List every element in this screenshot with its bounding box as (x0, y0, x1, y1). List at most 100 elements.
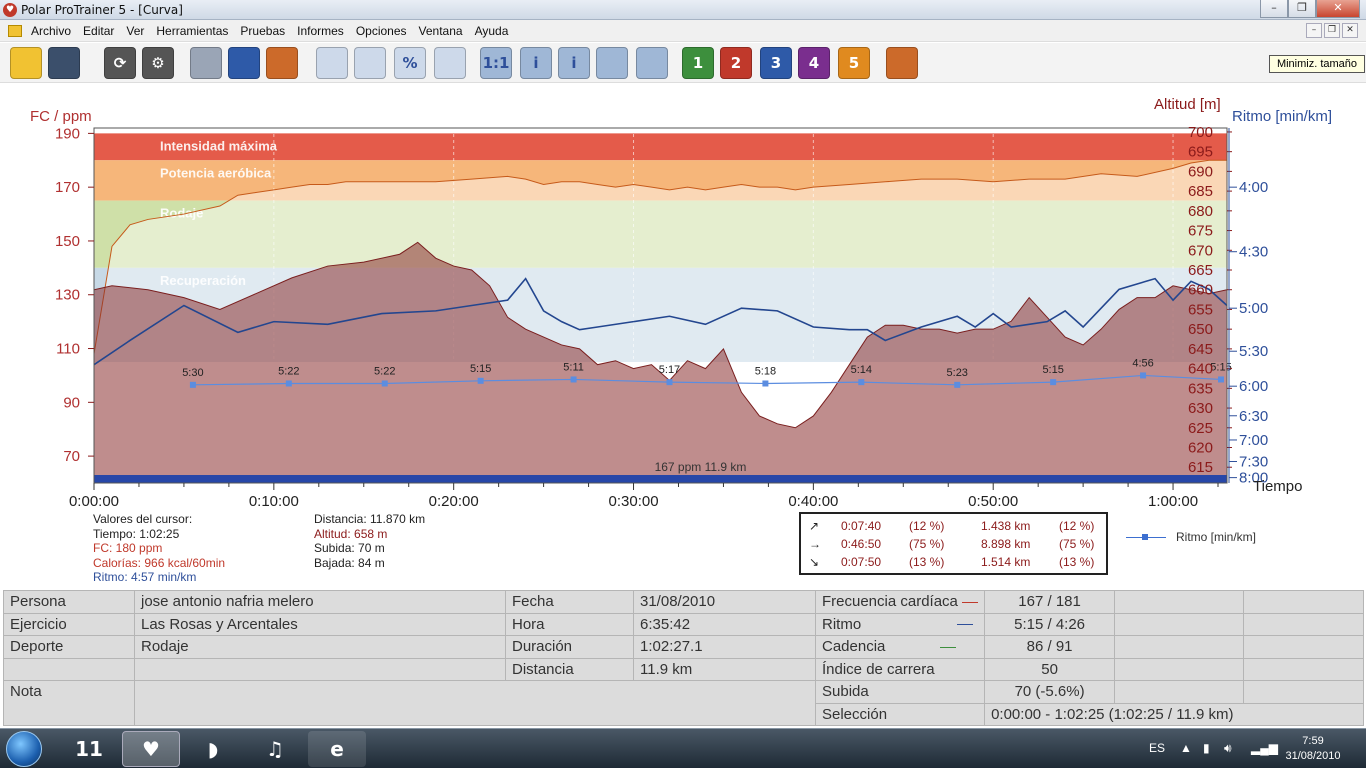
cursor-ascent: Subida: 70 m (314, 541, 385, 556)
mdi-close-button[interactable]: ✕ (1342, 23, 1358, 38)
clock-date: 31/08/2010 (1285, 750, 1341, 762)
time-tick-label: 0:20:00 (429, 493, 479, 510)
table-view-icon[interactable] (434, 47, 466, 79)
language-indicator[interactable]: ES (1149, 741, 1165, 755)
multi-curve-icon[interactable] (636, 47, 668, 79)
label-deporte: Deporte (3, 635, 135, 659)
value-cadencia: 86 / 91 (984, 635, 1116, 659)
start-button[interactable] (6, 731, 42, 767)
altitude-tick-label: 635 (1188, 380, 1213, 397)
bar-view-icon[interactable] (354, 47, 386, 79)
value-subida: 70 (-5.6%) (984, 680, 1116, 704)
value-deporte[interactable]: Rodaje (134, 635, 506, 659)
people-icon[interactable] (886, 47, 918, 79)
mdi-restore-button[interactable]: ❐ (1324, 23, 1340, 38)
selection-bar[interactable] (94, 475, 1227, 483)
slope-dist-pct: (75 %) (1059, 537, 1095, 551)
value-persona[interactable]: jose antonio nafria melero (134, 590, 506, 614)
minimize-button[interactable]: – (1260, 0, 1288, 18)
maximize-button[interactable]: ❐ (1288, 0, 1316, 18)
mdi-minimize-button[interactable]: – (1306, 23, 1322, 38)
curve-view-icon[interactable] (316, 47, 348, 79)
show-hidden-icons-icon[interactable]: ▲ (1180, 741, 1192, 755)
app-11-icon[interactable]: 11 (60, 731, 118, 767)
slope-time: 0:07:50 (841, 555, 882, 569)
menu-ventana[interactable]: Ventana (413, 24, 469, 38)
slope-summary: ↗ 0:07:40 (12 %) 1.438 km (12 %) → 0:46:… (799, 512, 1108, 575)
volume-icon[interactable]: 🔊︎ (1224, 741, 1232, 756)
settings-icon[interactable]: ⚙ (142, 47, 174, 79)
menu-archivo[interactable]: Archivo (25, 24, 77, 38)
label-duracion: Duración (505, 635, 634, 659)
chart-bottom-label: 167 ppm 11.9 km (655, 460, 747, 474)
doc-folder-icon (8, 24, 22, 37)
label-nota: Nota (3, 680, 135, 726)
menu-informes[interactable]: Informes (291, 24, 350, 38)
menu-ayuda[interactable]: Ayuda (469, 24, 515, 38)
info-rotate-icon[interactable]: i (558, 47, 590, 79)
calendar-icon[interactable] (190, 47, 222, 79)
diary-icon[interactable] (228, 47, 260, 79)
save-icon[interactable] (48, 47, 80, 79)
menu-pruebas[interactable]: Pruebas (234, 24, 291, 38)
zoom-icon[interactable]: 1:1 (480, 47, 512, 79)
empty-cell (1114, 657, 1245, 681)
time-tick-label: 0:00:00 (69, 493, 119, 510)
battery-icon[interactable]: ▮ (1203, 741, 1210, 755)
value-ejercicio[interactable]: Las Rosas y Arcentales (134, 612, 506, 636)
altitude-tick-label: 640 (1188, 361, 1213, 378)
slope-time-pct: (75 %) (909, 537, 945, 551)
open-folder-icon[interactable] (10, 47, 42, 79)
time-tick-label: 0:40:00 (788, 493, 838, 510)
sync-icon[interactable]: ⟳ (104, 47, 136, 79)
fc-label-text: Frecuencia cardíaca (822, 593, 958, 611)
cursor-values: Valores del cursor: Tiempo: 1:02:25 FC: … (93, 512, 225, 585)
zone-5-icon[interactable]: 5 (838, 47, 870, 79)
lap-pace-label: 5:23 (947, 367, 968, 379)
zone-3-icon[interactable]: 3 (760, 47, 792, 79)
cursor-pace: Ritmo: 4:57 min/km (93, 570, 197, 585)
lap-pace-label: 5:15 (1042, 364, 1063, 376)
timer-icon[interactable] (596, 47, 628, 79)
ie-icon[interactable]: e (308, 731, 366, 767)
menu-bar: Archivo Editar Ver Herramientas Pruebas … (0, 20, 1366, 42)
cursor-hr: FC: 180 ppm (93, 541, 163, 556)
lap-pace-marker (858, 379, 865, 386)
percent-view-icon[interactable]: % (394, 47, 426, 79)
menu-editar[interactable]: Editar (77, 24, 120, 38)
label-ejercicio: Ejercicio (3, 612, 135, 636)
fc-line-icon (962, 601, 979, 603)
lap-pace-marker (381, 380, 388, 387)
window-controls: – ❐ ✕ (1260, 0, 1360, 18)
empty-cell (1243, 680, 1364, 704)
altitude-tick-label: 665 (1188, 262, 1213, 279)
cursor-title: Valores del cursor: (93, 512, 193, 526)
hr-tick-label: 150 (55, 233, 80, 250)
itunes-icon[interactable]: ♫ (246, 731, 304, 767)
info-icon[interactable]: i (520, 47, 552, 79)
zone-2-icon[interactable]: 2 (720, 47, 752, 79)
user-icon[interactable] (266, 47, 298, 79)
label-fecha: Fecha (505, 590, 634, 614)
zone-4-icon[interactable]: 4 (798, 47, 830, 79)
pace-tick-label: 4:30 (1239, 244, 1268, 261)
menu-opciones[interactable]: Opciones (350, 24, 413, 38)
label-subida: Subida (814, 680, 986, 704)
network-icon[interactable]: ▂▄▆ (1251, 741, 1278, 755)
polar-sync-icon[interactable]: ◗ (184, 731, 242, 767)
pace-tick-label: 6:00 (1239, 378, 1268, 395)
value-nota[interactable] (134, 680, 816, 726)
zone-1-icon[interactable]: 1 (682, 47, 714, 79)
menu-herramientas[interactable]: Herramientas (150, 24, 234, 38)
close-button[interactable]: ✕ (1316, 0, 1360, 18)
taskbar: 11 ♥ ◗ ♫ e ES ▲ ▮ 🔊︎ ▂▄▆ 7:59 31/08/2010 (0, 728, 1366, 768)
value-ritmo: 5:15 / 4:26 (984, 612, 1116, 636)
slope-row-flat: → 0:46:50 (75 %) 8.898 km (75 %) (801, 537, 1106, 555)
arrow-right-icon: → (809, 537, 821, 551)
menu-ver[interactable]: Ver (120, 24, 150, 38)
label-fc: Frecuencia cardíaca (814, 590, 986, 614)
clock[interactable]: 7:59 31/08/2010 (1278, 734, 1348, 764)
hr-tick-label: 70 (63, 448, 80, 465)
lap-pace-marker (762, 380, 769, 387)
polar-heart-icon[interactable]: ♥ (122, 731, 180, 767)
